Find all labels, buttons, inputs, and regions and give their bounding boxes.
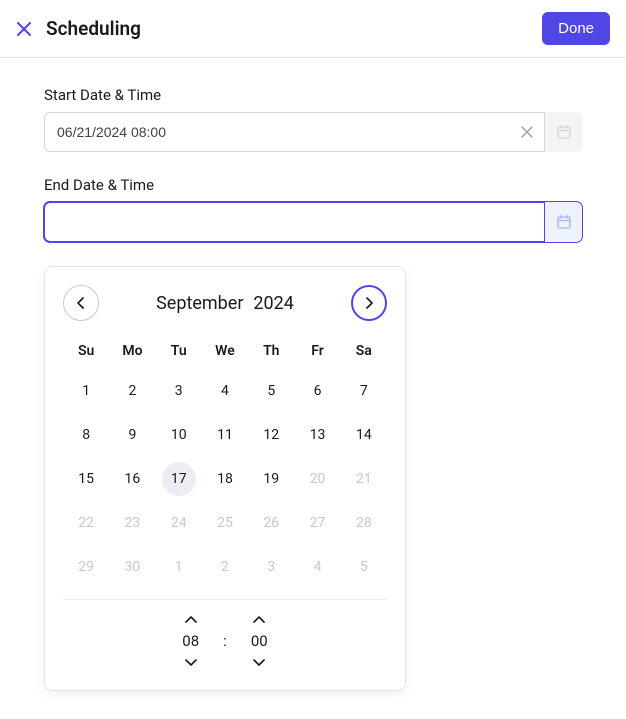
calendar-day[interactable]: 17 [156, 461, 202, 497]
calendar-day: 5 [341, 549, 387, 585]
day-of-week: Mo [109, 337, 155, 365]
minute-down-icon[interactable] [251, 656, 267, 668]
time-separator: : [223, 632, 227, 650]
header-left: Scheduling [16, 17, 141, 40]
day-of-week: We [202, 337, 248, 365]
clear-icon[interactable] [520, 125, 534, 139]
calendar-day[interactable]: 3 [156, 373, 202, 409]
calendar-header: September 2024 [63, 285, 387, 321]
end-date-input-group [44, 202, 582, 242]
calendar-month: September [156, 293, 243, 314]
calendar-icon[interactable] [544, 202, 582, 242]
calendar-popover: September 2024 SuMoTuWeThFrSa12345678910… [44, 266, 406, 691]
calendar-day[interactable]: 7 [341, 373, 387, 409]
calendar-day[interactable]: 9 [109, 417, 155, 453]
calendar-day[interactable]: 11 [202, 417, 248, 453]
calendar-day: 29 [63, 549, 109, 585]
hour-up-icon[interactable] [183, 614, 199, 626]
calendar-day[interactable]: 19 [248, 461, 294, 497]
start-date-input[interactable] [44, 112, 582, 152]
calendar-day: 28 [341, 505, 387, 541]
calendar-day: 1 [156, 549, 202, 585]
day-of-week: Th [248, 337, 294, 365]
calendar-day[interactable]: 16 [109, 461, 155, 497]
calendar-day[interactable]: 14 [341, 417, 387, 453]
calendar-grid: SuMoTuWeThFrSa12345678910111213141516171… [63, 337, 387, 585]
day-of-week: Sa [341, 337, 387, 365]
calendar-day[interactable]: 15 [63, 461, 109, 497]
time-spinner: 08 : 00 [63, 614, 387, 668]
close-icon[interactable] [16, 21, 32, 37]
calendar-day: 23 [109, 505, 155, 541]
end-date-input[interactable] [44, 202, 582, 242]
calendar-day[interactable]: 2 [109, 373, 155, 409]
day-of-week: Fr [294, 337, 340, 365]
calendar-day[interactable]: 4 [202, 373, 248, 409]
calendar-day[interactable]: 1 [63, 373, 109, 409]
hour-spinner: 08 [182, 614, 199, 668]
calendar-day: 3 [248, 549, 294, 585]
header: Scheduling Done [0, 0, 626, 58]
calendar-icon[interactable] [544, 112, 582, 152]
end-date-label: End Date & Time [44, 176, 582, 194]
calendar-day[interactable]: 18 [202, 461, 248, 497]
calendar-day[interactable]: 12 [248, 417, 294, 453]
calendar-day: 27 [294, 505, 340, 541]
calendar-day: 4 [294, 549, 340, 585]
day-of-week: Su [63, 337, 109, 365]
calendar-day: 20 [294, 461, 340, 497]
hour-value: 08 [182, 632, 199, 650]
prev-month-button[interactable] [63, 285, 99, 321]
calendar-separator [63, 599, 387, 600]
calendar-day: 21 [341, 461, 387, 497]
main: Start Date & Time End Date & Time Septem… [0, 58, 626, 719]
calendar-day: 2 [202, 549, 248, 585]
calendar-day[interactable]: 5 [248, 373, 294, 409]
day-of-week: Tu [156, 337, 202, 365]
minute-value: 00 [251, 632, 268, 650]
hour-down-icon[interactable] [183, 656, 199, 668]
done-button[interactable]: Done [542, 12, 610, 45]
calendar-day: 30 [109, 549, 155, 585]
calendar-year: 2024 [253, 293, 293, 314]
start-date-label: Start Date & Time [44, 86, 582, 104]
calendar-title: September 2024 [156, 293, 294, 314]
calendar-day[interactable]: 13 [294, 417, 340, 453]
next-month-button[interactable] [351, 285, 387, 321]
minute-spinner: 00 [251, 614, 268, 668]
minute-up-icon[interactable] [251, 614, 267, 626]
calendar-day[interactable]: 10 [156, 417, 202, 453]
page-title: Scheduling [46, 17, 141, 40]
calendar-day: 26 [248, 505, 294, 541]
calendar-day: 22 [63, 505, 109, 541]
calendar-day[interactable]: 8 [63, 417, 109, 453]
calendar-day: 24 [156, 505, 202, 541]
calendar-day: 25 [202, 505, 248, 541]
start-date-input-group [44, 112, 582, 152]
calendar-day[interactable]: 6 [294, 373, 340, 409]
